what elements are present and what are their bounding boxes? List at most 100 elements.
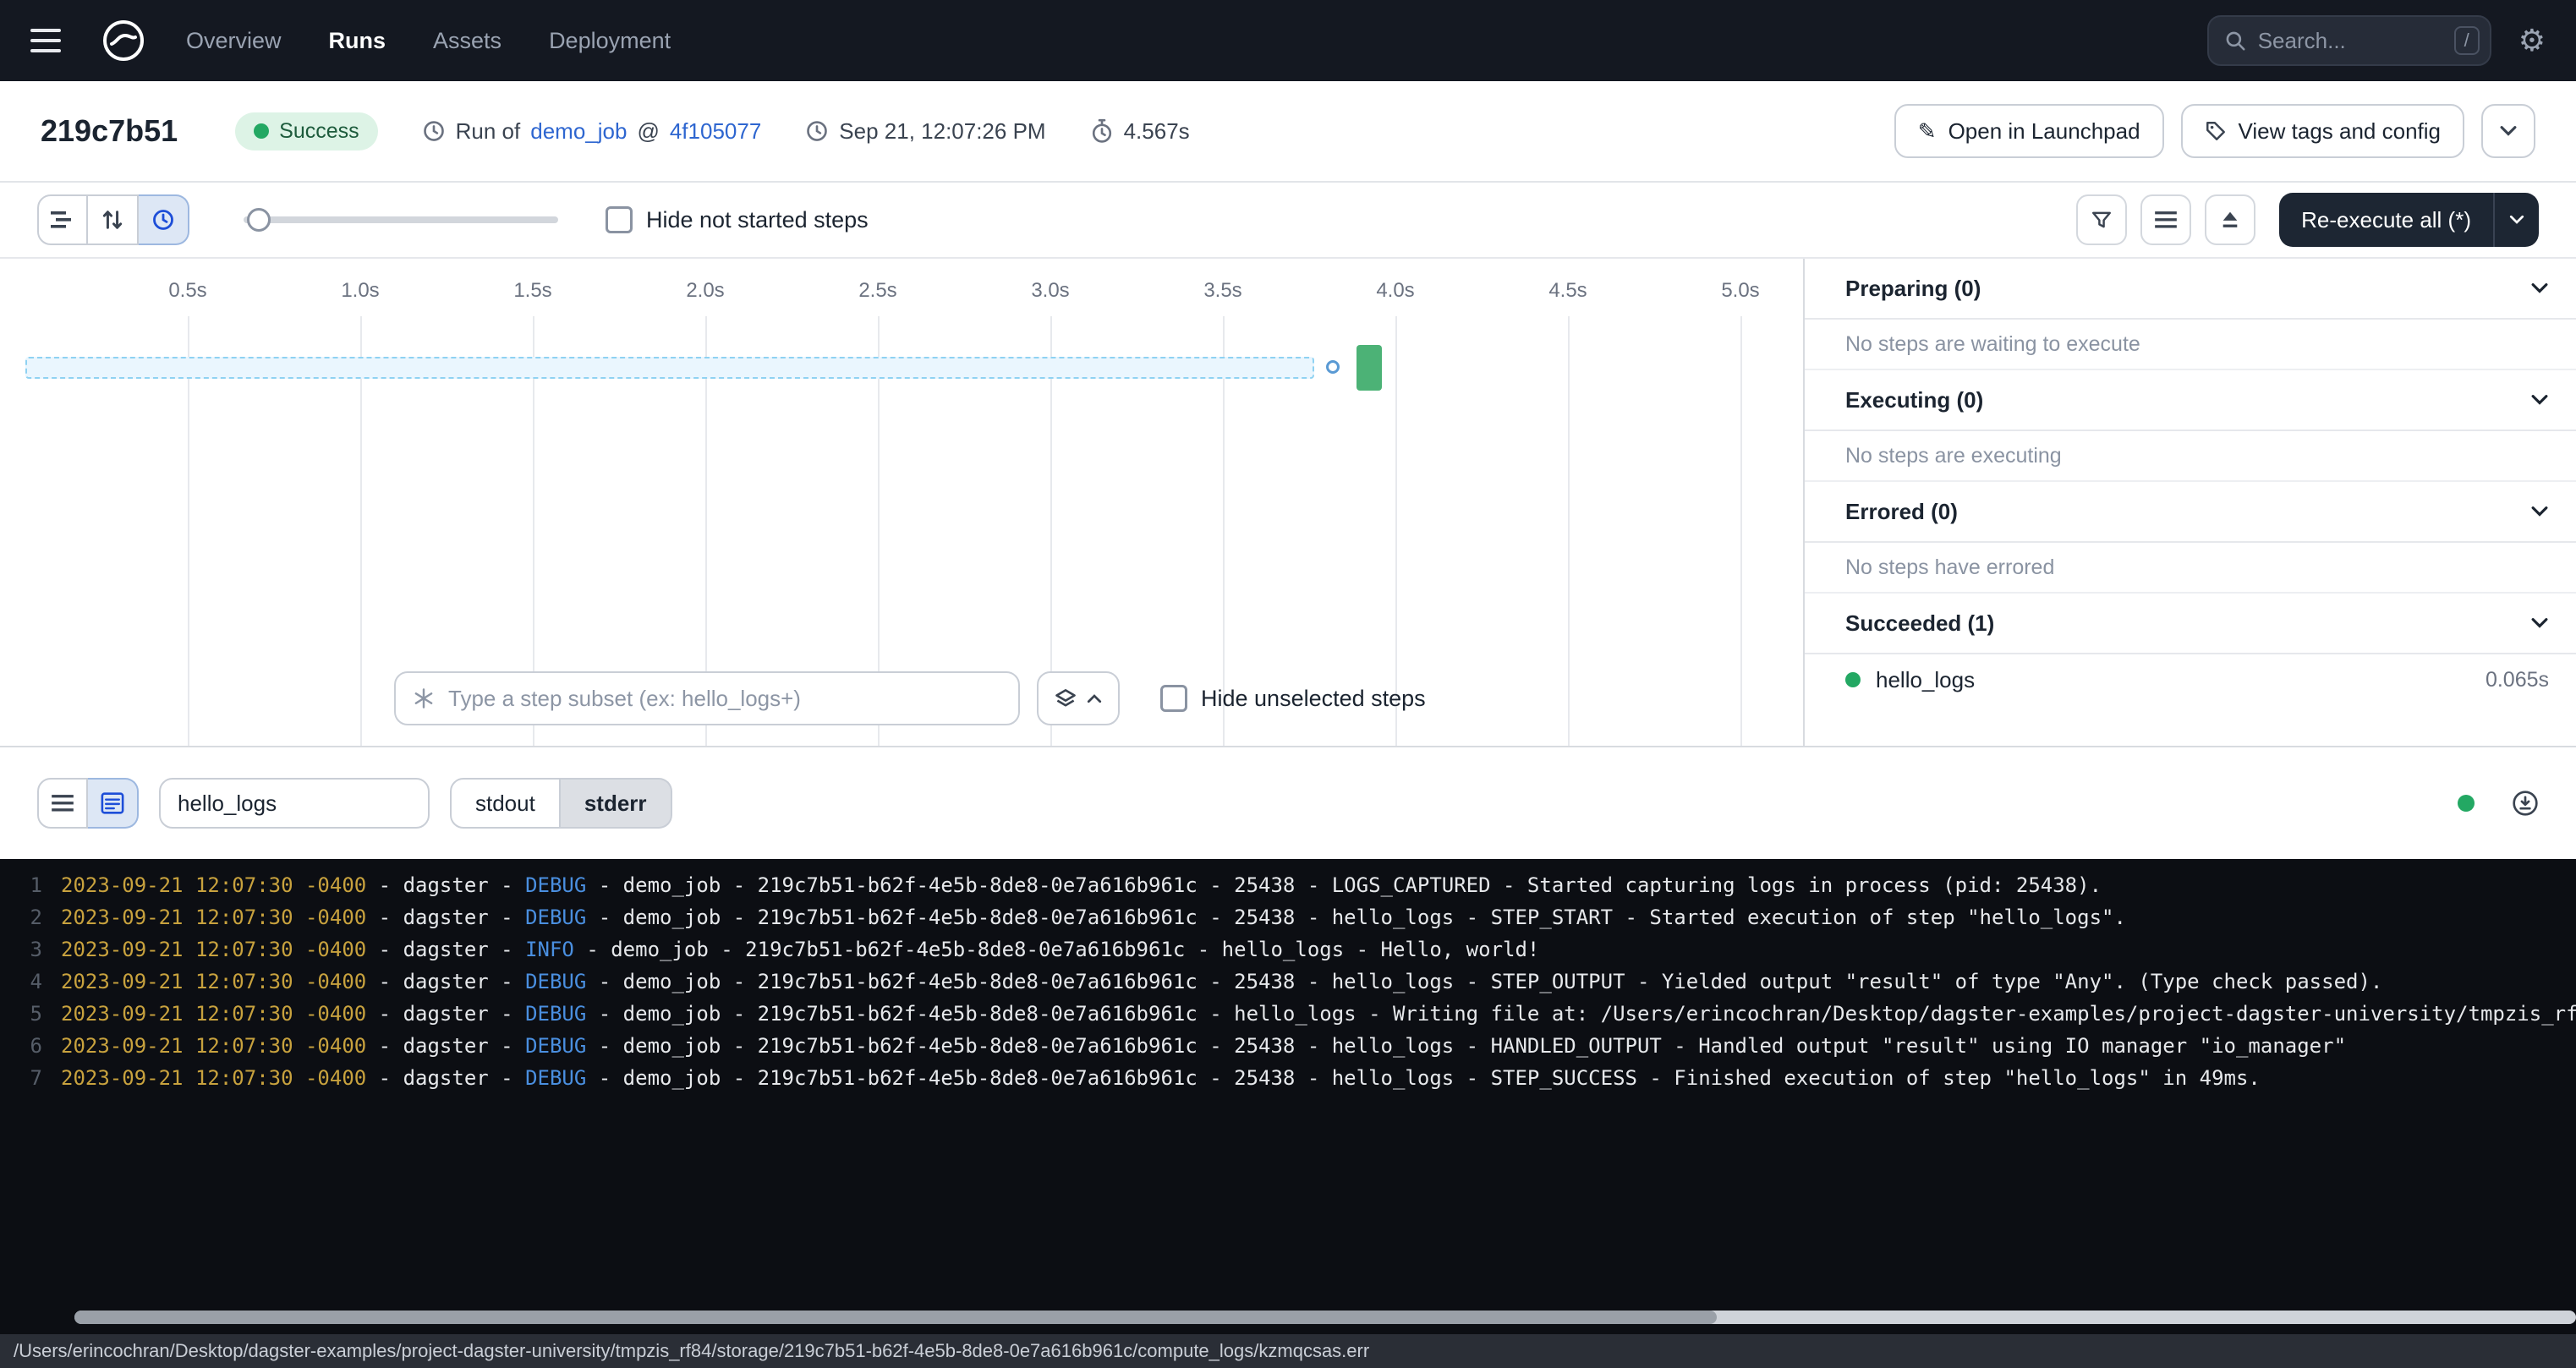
gantt-waiting-bar[interactable]	[25, 357, 1314, 379]
log-line-text: 2023-09-21 12:07:30 -0400 - dagster - DE…	[61, 966, 2382, 998]
log-line: 62023-09-21 12:07:30 -0400 - dagster - D…	[0, 1030, 2576, 1062]
log-line: 72023-09-21 12:07:30 -0400 - dagster - D…	[0, 1062, 2576, 1094]
nav-overview[interactable]: Overview	[186, 28, 282, 54]
tab-stdout[interactable]: stdout	[450, 778, 561, 829]
stopwatch-icon	[1090, 118, 1114, 144]
gantt-bar-hello-logs[interactable]	[1357, 345, 1382, 391]
search-icon	[2224, 30, 2246, 52]
log-step-filter-input[interactable]	[178, 791, 411, 817]
search-input[interactable]	[2258, 28, 2442, 54]
view-mode-toggle-group	[37, 194, 189, 245]
section-empty-text: No steps are executing	[1805, 431, 2576, 482]
run-body: Hide unselected steps 0.5s1.0s1.5s2.0s2.…	[0, 257, 2576, 747]
snapshot-link[interactable]: 4f105077	[670, 118, 761, 145]
step-subset-inputbox[interactable]	[394, 671, 1020, 725]
axis-tick-label: 2.5s	[858, 279, 896, 303]
axis-tick-label: 2.0s	[686, 279, 724, 303]
job-link[interactable]: demo_job	[530, 118, 627, 145]
chevron-down-icon[interactable]	[2530, 506, 2549, 517]
log-line: 12023-09-21 12:07:30 -0400 - dagster - D…	[0, 869, 2576, 901]
dagster-run-page: Overview Runs Assets Deployment / ⚙ 219c…	[0, 0, 2576, 1368]
flat-view-icon[interactable]	[37, 194, 88, 245]
gridline	[1568, 316, 1570, 746]
succeeded-step-row[interactable]: hello_logs 0.065s	[1805, 654, 2576, 705]
nav-assets[interactable]: Assets	[433, 28, 501, 54]
slider-track	[244, 216, 558, 223]
chevron-down-icon[interactable]	[2530, 617, 2549, 629]
run-actions-dropdown-button[interactable]	[2481, 104, 2535, 158]
hide-unselected-checkbox-row: Hide unselected steps	[1160, 685, 1426, 712]
clock-icon	[805, 119, 829, 143]
op-selector-icon	[413, 687, 435, 709]
reexecute-dropdown-chevron[interactable]	[2495, 193, 2539, 247]
view-tags-config-button[interactable]: View tags and config	[2181, 104, 2464, 158]
structured-log-view-icon[interactable]	[37, 778, 88, 829]
log-horizontal-scrollbar[interactable]	[74, 1311, 2576, 1324]
dagster-logo[interactable]	[95, 12, 152, 69]
log-line-number: 2	[0, 901, 61, 933]
slider-knob[interactable]	[247, 208, 271, 232]
section-empty-text: No steps are waiting to execute	[1805, 320, 2576, 370]
gantt-chart: Hide unselected steps 0.5s1.0s1.5s2.0s2.…	[0, 259, 1805, 746]
waterfall-view-icon[interactable]	[88, 194, 139, 245]
log-capture-status-dot	[2458, 795, 2475, 812]
search-shortcut-key: /	[2454, 26, 2480, 55]
status-bar: /Users/erincochran/Desktop/dagster-examp…	[0, 1334, 2576, 1368]
axis-tick-label: 0.5s	[168, 279, 206, 303]
log-lines: 1 2023-09-21 12:07:30 -0400 - dagster - D…	[0, 869, 2576, 1094]
log-line-number: 6	[0, 1030, 61, 1062]
download-log-icon[interactable]	[2512, 790, 2539, 817]
hide-unselected-checkbox[interactable]	[1160, 685, 1187, 712]
log-step-filter[interactable]	[159, 778, 430, 829]
raw-log-view-icon[interactable]	[88, 778, 139, 829]
top-nav: Overview Runs Assets Deployment / ⚙	[0, 0, 2576, 81]
run-id-title: 219c7b51	[41, 113, 178, 149]
section-label: Executing (0)	[1845, 387, 1983, 413]
status-label: Success	[279, 119, 359, 144]
step-status-panel: Preparing (0) No steps are waiting to ex…	[1805, 259, 2576, 746]
gantt-toolbar: Hide not started steps Re-execute all (*…	[0, 183, 2576, 257]
gantt-zoom-slider[interactable]	[244, 194, 558, 245]
section-preparing-header[interactable]: Preparing (0)	[1805, 259, 2576, 320]
row-density-icon[interactable]	[2140, 194, 2191, 245]
nav-deployment[interactable]: Deployment	[549, 28, 671, 54]
run-meta: Success Run of demo_job @ 4f105077 Sep 2…	[235, 112, 1190, 150]
section-executing-header[interactable]: Executing (0)	[1805, 370, 2576, 431]
log-line-text: 2023-09-21 12:07:30 -0400 - dagster - DE…	[61, 1062, 2261, 1094]
log-line: 42023-09-21 12:07:30 -0400 - dagster - D…	[0, 966, 2576, 998]
chevron-down-icon[interactable]	[2530, 394, 2549, 406]
graph-query-toggle-button[interactable]	[1037, 671, 1120, 725]
filter-funnel-icon[interactable]	[2076, 194, 2127, 245]
section-empty-text: No steps have errored	[1805, 543, 2576, 594]
run-timestamp: Sep 21, 12:07:26 PM	[839, 118, 1045, 145]
timed-view-icon[interactable]	[139, 194, 189, 245]
log-line-number: 1	[0, 869, 61, 901]
hide-not-started-checkbox[interactable]	[606, 206, 633, 233]
log-line-number: 7	[0, 1062, 61, 1094]
log-line-number: 4	[0, 966, 61, 998]
global-search[interactable]: /	[2207, 15, 2491, 66]
log-line: 22023-09-21 12:07:30 -0400 - dagster - D…	[0, 901, 2576, 933]
chevron-down-icon[interactable]	[2530, 282, 2549, 294]
section-succeeded-header[interactable]: Succeeded (1)	[1805, 594, 2576, 654]
eject-collapse-icon[interactable]	[2205, 194, 2255, 245]
scrollbar-thumb[interactable]	[74, 1311, 1717, 1324]
success-dot-icon	[254, 123, 269, 139]
run-of-label: Run of	[456, 118, 521, 145]
axis-tick-label: 5.0s	[1721, 279, 1759, 303]
step-subset-input[interactable]	[448, 686, 1001, 712]
chevron-down-icon	[2508, 215, 2525, 225]
status-badge: Success	[235, 112, 377, 150]
tab-stderr[interactable]: stderr	[561, 778, 672, 829]
section-label: Preparing (0)	[1845, 276, 1981, 302]
gantt-event-marker[interactable]	[1326, 360, 1340, 374]
axis-tick-label: 4.5s	[1548, 279, 1587, 303]
settings-gear-icon[interactable]: ⚙	[2518, 25, 2546, 56]
hamburger-menu-icon[interactable]	[24, 12, 81, 69]
success-dot-icon	[1845, 672, 1861, 687]
reexecute-all-button[interactable]: Re-execute all (*)	[2279, 193, 2539, 247]
section-errored-header[interactable]: Errored (0)	[1805, 482, 2576, 543]
axis-tick-label: 1.5s	[513, 279, 551, 303]
open-in-launchpad-button[interactable]: ✎ Open in Launchpad	[1894, 104, 2164, 158]
nav-runs[interactable]: Runs	[329, 28, 386, 54]
